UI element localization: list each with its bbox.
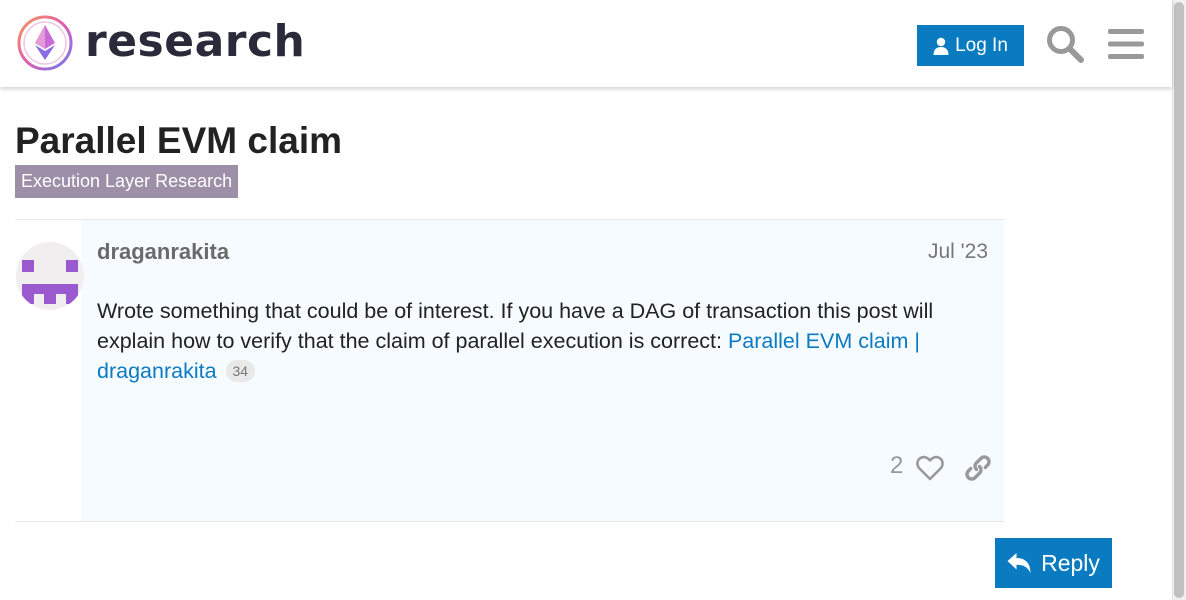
heart-icon (916, 455, 944, 481)
post-divider-bottom (15, 521, 1004, 522)
site-logo[interactable] (16, 14, 74, 72)
topic-title[interactable]: Parallel EVM claim (15, 118, 342, 164)
site-name[interactable]: research (85, 14, 305, 70)
category-badge[interactable]: Execution Layer Research (15, 165, 239, 198)
login-label: Log In (955, 34, 1008, 56)
like-button[interactable] (914, 452, 946, 484)
avatar-identicon (22, 260, 78, 304)
reply-label: Reply (1041, 549, 1100, 576)
like-count[interactable]: 2 (890, 452, 903, 480)
post-date[interactable]: Jul '23 (928, 240, 988, 264)
site-header: research Log In (0, 0, 1172, 87)
scrollbar-thumb[interactable] (1174, 2, 1184, 598)
post-username[interactable]: draganrakita (97, 239, 229, 265)
copy-link-button[interactable] (962, 452, 994, 484)
menu-button[interactable] (1104, 22, 1148, 66)
search-icon (1047, 26, 1084, 63)
post-content: Wrote something that could be of interes… (97, 296, 987, 386)
link-click-count: 34 (225, 360, 256, 382)
link-icon (965, 455, 991, 481)
search-button[interactable] (1043, 22, 1087, 66)
avatar[interactable] (16, 242, 84, 310)
user-icon (933, 37, 949, 55)
reply-button[interactable]: Reply (995, 538, 1112, 588)
login-button[interactable]: Log In (917, 25, 1024, 66)
logo-icon (17, 15, 73, 71)
reply-icon (1007, 553, 1031, 573)
hamburger-menu-icon (1108, 29, 1144, 59)
